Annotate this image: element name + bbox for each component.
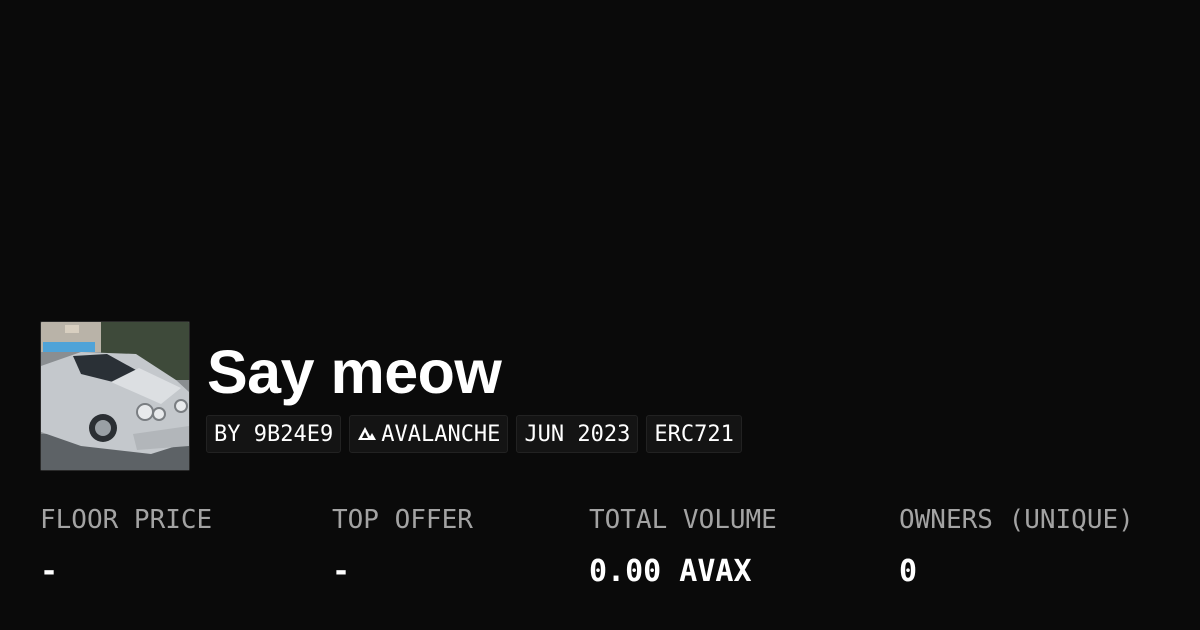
stat-label: TOP OFFER bbox=[332, 505, 473, 535]
collection-title: Say meow bbox=[207, 338, 502, 406]
chain-tag[interactable]: AVALANCHE bbox=[349, 415, 509, 453]
stat-total-volume: TOTAL VOLUME 0.00 AVAX bbox=[589, 502, 777, 590]
standard-tag: ERC721 bbox=[646, 415, 742, 453]
stat-value: - bbox=[332, 554, 351, 589]
date-tag: JUN 2023 bbox=[516, 415, 639, 453]
stat-value: - bbox=[40, 554, 59, 589]
stat-top-offer: TOP OFFER - bbox=[332, 502, 473, 590]
stat-label: FLOOR PRICE bbox=[40, 505, 213, 535]
collection-image bbox=[40, 321, 190, 471]
stat-label: TOTAL VOLUME bbox=[589, 505, 777, 535]
stat-floor-price: FLOOR PRICE - bbox=[40, 502, 212, 590]
stat-value: 0 bbox=[899, 554, 918, 589]
stat-label: OWNERS (UNIQUE) bbox=[899, 505, 1134, 535]
collection-card: Say meow BY 9B24E9 AVALANCHE JUN 2023 ER… bbox=[0, 0, 1200, 630]
stat-owners: OWNERS (UNIQUE) 0 bbox=[899, 502, 1134, 590]
stat-value: 0.00 AVAX bbox=[589, 554, 752, 589]
chain-label: AVALANCHE bbox=[381, 421, 501, 447]
collection-tags: BY 9B24E9 AVALANCHE JUN 2023 ERC721 bbox=[206, 415, 742, 453]
avalanche-logo-icon bbox=[357, 426, 377, 442]
car-photo-icon bbox=[41, 322, 189, 470]
creator-tag[interactable]: BY 9B24E9 bbox=[206, 415, 342, 453]
